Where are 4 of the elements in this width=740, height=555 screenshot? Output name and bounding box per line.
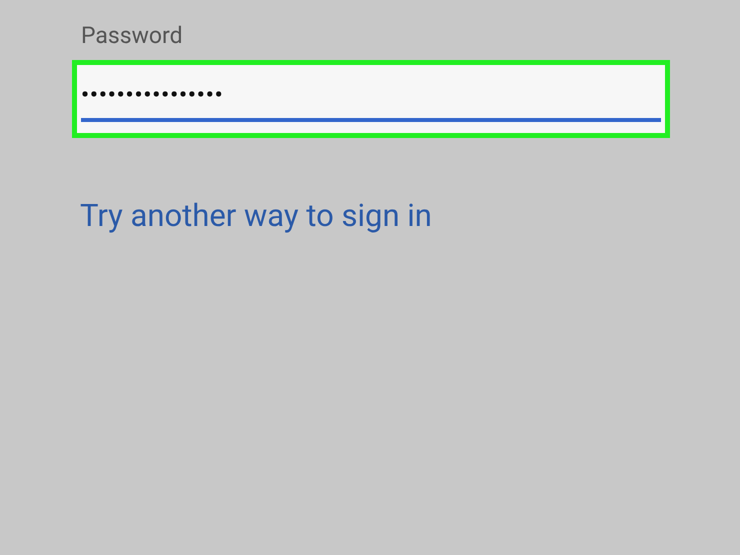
password-field[interactable]: •••••••••••••••• bbox=[77, 65, 665, 133]
password-value: •••••••••••••••• bbox=[81, 82, 224, 110]
sign-in-link[interactable]: Try another way to sign in bbox=[80, 197, 432, 234]
field-label: Password bbox=[81, 22, 183, 50]
